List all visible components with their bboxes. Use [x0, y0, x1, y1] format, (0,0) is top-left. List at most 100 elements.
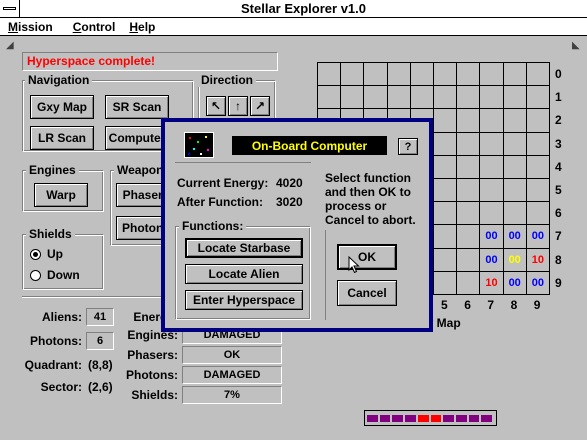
galaxy-cell[interactable] [480, 132, 504, 156]
galaxy-cell[interactable] [526, 132, 550, 156]
galaxy-cell[interactable] [364, 63, 388, 87]
gxy-map-button[interactable]: Gxy Map [30, 95, 94, 119]
galaxy-cell[interactable] [526, 63, 550, 87]
galaxy-cell[interactable] [503, 132, 527, 156]
energy-led [481, 414, 493, 422]
galaxy-cell[interactable] [434, 155, 458, 179]
galaxy-cell[interactable]: 10 [526, 248, 550, 272]
galaxy-cell[interactable] [434, 271, 458, 295]
galaxy-cell[interactable] [503, 179, 527, 203]
warp-button[interactable]: Warp [34, 183, 88, 207]
galaxy-cell[interactable] [480, 202, 504, 226]
menu-control[interactable]: Control [69, 20, 120, 34]
galaxy-cell[interactable] [480, 179, 504, 203]
galaxy-cell[interactable] [480, 63, 504, 87]
galaxy-cell[interactable] [434, 202, 458, 226]
computer-button[interactable]: Computer [105, 126, 169, 150]
energy-bar [364, 410, 497, 426]
energy-led [443, 414, 454, 422]
galaxy-cell[interactable] [526, 202, 550, 226]
galaxy-cell[interactable] [526, 155, 550, 179]
galaxy-cell[interactable] [503, 155, 527, 179]
galaxy-cell[interactable] [434, 132, 458, 156]
galaxy-cell[interactable] [503, 109, 527, 133]
galaxy-cell[interactable]: 00 [503, 271, 527, 295]
galaxy-cell[interactable] [341, 86, 365, 110]
galaxy-cell[interactable]: 00 [526, 225, 550, 249]
galaxy-cell[interactable] [434, 86, 458, 110]
galaxy-cell[interactable] [457, 155, 481, 179]
galaxy-cell[interactable] [434, 248, 458, 272]
galaxy-cell[interactable]: 00 [526, 271, 550, 295]
locate-starbase-button[interactable]: Locate Starbase [185, 238, 303, 258]
lr-scan-button[interactable]: LR Scan [30, 126, 94, 150]
arrow-up-button[interactable]: ↑ [228, 96, 248, 116]
resize-grip-icon: ◢ [6, 40, 14, 51]
galaxy-cell[interactable] [480, 86, 504, 110]
galaxy-cell[interactable]: 00 [480, 248, 504, 272]
arrow-up-right-button[interactable]: ↗ [250, 96, 270, 116]
galaxy-cell[interactable]: 00 [480, 225, 504, 249]
locate-alien-button[interactable]: Locate Alien [185, 264, 303, 284]
galaxy-cell[interactable] [318, 86, 342, 110]
galaxy-cell[interactable] [341, 63, 365, 87]
mouse-cursor-icon [348, 256, 360, 274]
galaxy-cell[interactable] [457, 109, 481, 133]
shields-down-radio[interactable]: Down [30, 268, 80, 282]
instruction-line: Cancel to abort. [325, 213, 416, 227]
menu-help[interactable]: Help [125, 20, 159, 34]
dialog-help-button[interactable]: ? [398, 138, 418, 155]
galaxy-cell[interactable] [457, 132, 481, 156]
sr-scan-button[interactable]: SR Scan [105, 95, 169, 119]
shields-up-radio[interactable]: Up [30, 247, 63, 261]
galaxy-cell[interactable] [410, 63, 434, 87]
galaxy-cell[interactable] [457, 271, 481, 295]
galaxy-cell[interactable] [526, 179, 550, 203]
galaxy-cell[interactable]: 00 [503, 225, 527, 249]
engines-status-label: Engines: [127, 328, 178, 342]
arrow-up-icon: ↑ [235, 99, 241, 113]
galaxy-cell[interactable]: 10 [480, 271, 504, 295]
galaxy-cell[interactable] [387, 63, 411, 87]
dialog-title: On-Board Computer [232, 136, 387, 155]
photons-status-label: Photons: [126, 368, 178, 382]
galaxy-cell[interactable] [457, 248, 481, 272]
galaxy-cell[interactable] [410, 86, 434, 110]
galaxy-cell[interactable] [434, 179, 458, 203]
galaxy-cell[interactable] [503, 63, 527, 87]
menu-mission[interactable]: Mission [4, 20, 57, 34]
computer-icon [184, 132, 214, 158]
galaxy-cell[interactable] [318, 63, 342, 87]
enter-hyperspace-button[interactable]: Enter Hyperspace [185, 290, 303, 310]
ok-button[interactable]: OK [337, 244, 397, 270]
galaxy-cell[interactable] [457, 202, 481, 226]
system-menu-button[interactable] [0, 0, 20, 18]
galaxy-cell[interactable] [457, 63, 481, 87]
galaxy-cell[interactable] [457, 225, 481, 249]
menu-control-label: ontrol [81, 19, 116, 34]
galaxy-cell[interactable]: 00 [503, 248, 527, 272]
status-message: Hyperspace complete! [22, 52, 278, 71]
galaxy-cell[interactable] [434, 109, 458, 133]
phasers-status-label: Phasers: [127, 348, 178, 362]
galaxy-row-label: 6 [555, 206, 562, 221]
cancel-button[interactable]: Cancel [337, 280, 397, 306]
galaxy-cell[interactable] [457, 179, 481, 203]
galaxy-cell[interactable] [434, 63, 458, 87]
galaxy-cell[interactable] [503, 202, 527, 226]
galaxy-cell[interactable] [480, 109, 504, 133]
energy-led [455, 414, 467, 422]
galaxy-cell[interactable] [457, 86, 481, 110]
photons-count-label: Photons: [30, 334, 82, 348]
galaxy-cell[interactable] [503, 86, 527, 110]
galaxy-cell[interactable] [480, 155, 504, 179]
aliens-label: Aliens: [41, 310, 82, 324]
galaxy-cell[interactable] [387, 86, 411, 110]
arrow-up-left-button[interactable]: ↖ [206, 96, 226, 116]
current-energy-value: 4020 [276, 176, 303, 190]
galaxy-cell[interactable] [364, 86, 388, 110]
galaxy-cell[interactable] [434, 225, 458, 249]
galaxy-cell[interactable] [526, 86, 550, 110]
energy-led [468, 414, 480, 422]
galaxy-cell[interactable] [526, 109, 550, 133]
